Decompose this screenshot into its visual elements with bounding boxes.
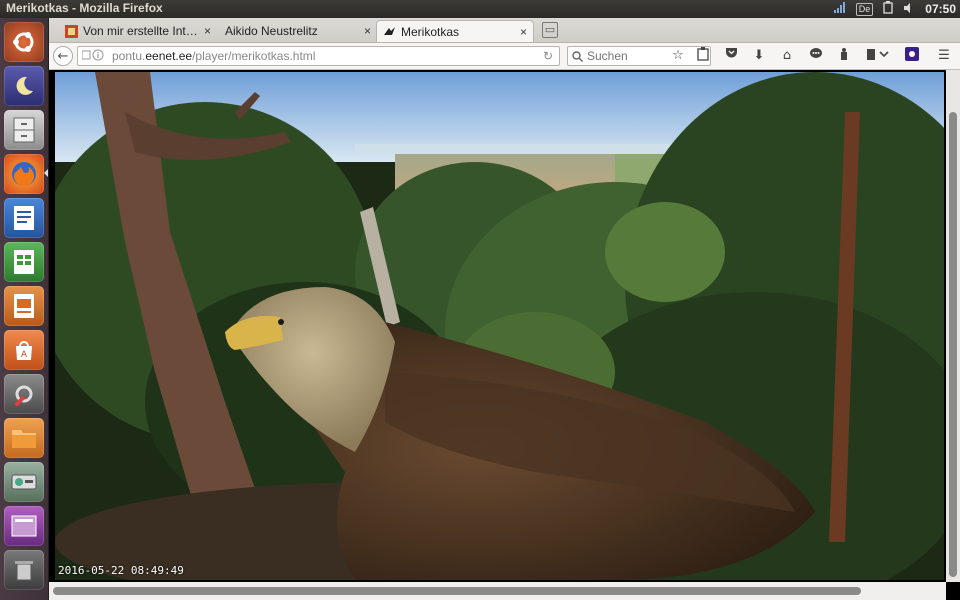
svg-text:A: A (21, 350, 28, 360)
tab-aikido[interactable]: Aikido Neustrelitz × (219, 20, 377, 42)
folder-icon (12, 430, 36, 448)
system-settings-button[interactable] (4, 374, 44, 414)
eagle-webcam-video[interactable]: 2016-05-22 08:49:49 (55, 72, 944, 580)
libreoffice-impress-button[interactable] (4, 286, 44, 326)
writer-document-icon (14, 206, 34, 230)
pocket-icon[interactable] (722, 47, 740, 65)
horizontal-scrollbar[interactable] (49, 582, 946, 600)
horizontal-scrollbar-thumb[interactable] (53, 587, 861, 595)
reading-list-icon[interactable] (694, 47, 712, 65)
back-button[interactable]: ← (53, 46, 73, 66)
url-host-prefix: pontu. (112, 49, 146, 63)
firefox-button[interactable] (4, 154, 44, 194)
moon-icon (16, 76, 33, 95)
software-center-button[interactable]: A (4, 330, 44, 370)
tab-interactions[interactable]: Von mir erstellte Int… × (59, 20, 217, 42)
ubuntu-logo-icon (13, 32, 34, 52)
tab-label: Von mir erstellte Int… (83, 24, 198, 38)
workspace-desktop-button[interactable] (4, 66, 44, 106)
page-info-icon[interactable] (81, 49, 104, 64)
eagle-favicon-icon (383, 25, 396, 38)
url-host-domain: eenet.ee (145, 49, 193, 63)
shopping-bag-icon: A (16, 341, 32, 360)
wrench-gear-icon (14, 385, 33, 407)
files-button[interactable] (4, 418, 44, 458)
tab-strip: Von mir erstellte Int… × Aikido Neustrel… (49, 18, 960, 43)
libreoffice-calc-button[interactable] (4, 242, 44, 282)
downloads-icon[interactable]: ⬇ (750, 47, 768, 65)
vertical-scrollbar-thumb[interactable] (949, 112, 957, 577)
bookmark-star-icon[interactable]: ☆ (669, 47, 687, 65)
file-cabinet-button[interactable] (4, 110, 44, 150)
trash-icon (15, 561, 33, 581)
vertical-scrollbar[interactable] (946, 70, 960, 582)
search-icon (572, 50, 583, 62)
tab-label: Aikido Neustrelitz (225, 24, 318, 38)
active-app-indicator (44, 169, 48, 177)
window-title: Merikotkas - Mozilla Firefox (6, 1, 163, 15)
close-tab-icon[interactable]: × (204, 24, 211, 38)
url-bar[interactable]: pontu. eenet.ee/player/merikotkas.html ↻ (77, 46, 560, 66)
tab-label: Merikotkas (401, 24, 460, 39)
home-icon[interactable]: ⌂ (778, 47, 796, 65)
close-tab-icon[interactable]: × (364, 24, 371, 38)
trash-button[interactable] (4, 550, 44, 590)
url-path: /player/merikotkas.html (192, 49, 316, 63)
reload-icon[interactable]: ↻ (543, 49, 553, 63)
system-tray: De 07:50 (833, 0, 956, 18)
close-tab-icon[interactable]: × (520, 25, 527, 39)
search-bar[interactable] (567, 46, 711, 66)
calc-spreadsheet-icon (14, 250, 34, 274)
keyboard-layout-indicator[interactable]: De (855, 2, 874, 16)
arrow-left-icon: ← (57, 49, 69, 64)
libreoffice-writer-button[interactable] (4, 198, 44, 238)
disk-usage-button[interactable] (4, 462, 44, 502)
battery-icon[interactable] (883, 1, 893, 17)
extension-icon[interactable] (835, 47, 853, 65)
sound-icon[interactable] (903, 2, 915, 17)
clock[interactable]: 07:50 (925, 2, 956, 16)
workspace-grid-icon (11, 515, 37, 537)
tab-merikotkas[interactable]: Merikotkas × (376, 20, 534, 42)
clipboard-dropdown-icon[interactable] (864, 47, 892, 65)
file-cabinet-icon (13, 117, 35, 143)
video-timestamp: 2016-05-22 08:49:49 (58, 564, 184, 577)
chat-icon[interactable] (807, 47, 825, 65)
page-content: 2016-05-22 08:49:49 (49, 70, 960, 600)
unity-launcher: A (0, 18, 49, 600)
disk-drive-icon (11, 474, 37, 490)
system-top-bar: Merikotkas - Mozilla Firefox De 07:50 (0, 0, 960, 18)
impress-presentation-icon (14, 294, 34, 318)
webcam-frame-image (55, 72, 944, 580)
firefox-icon (12, 162, 36, 186)
ubuntu-dash-button[interactable] (4, 22, 44, 62)
addon-purple-icon[interactable] (903, 47, 921, 65)
workspace-switcher-button[interactable] (4, 506, 44, 546)
navigation-toolbar: ← pontu. eenet.ee/player/merikotkas.html … (49, 43, 960, 70)
new-tab-icon[interactable]: ▭ (542, 22, 558, 38)
favicon-icon (65, 24, 78, 38)
hamburger-menu-icon[interactable]: ☰ (935, 47, 953, 65)
network-signal-icon[interactable] (833, 2, 846, 16)
